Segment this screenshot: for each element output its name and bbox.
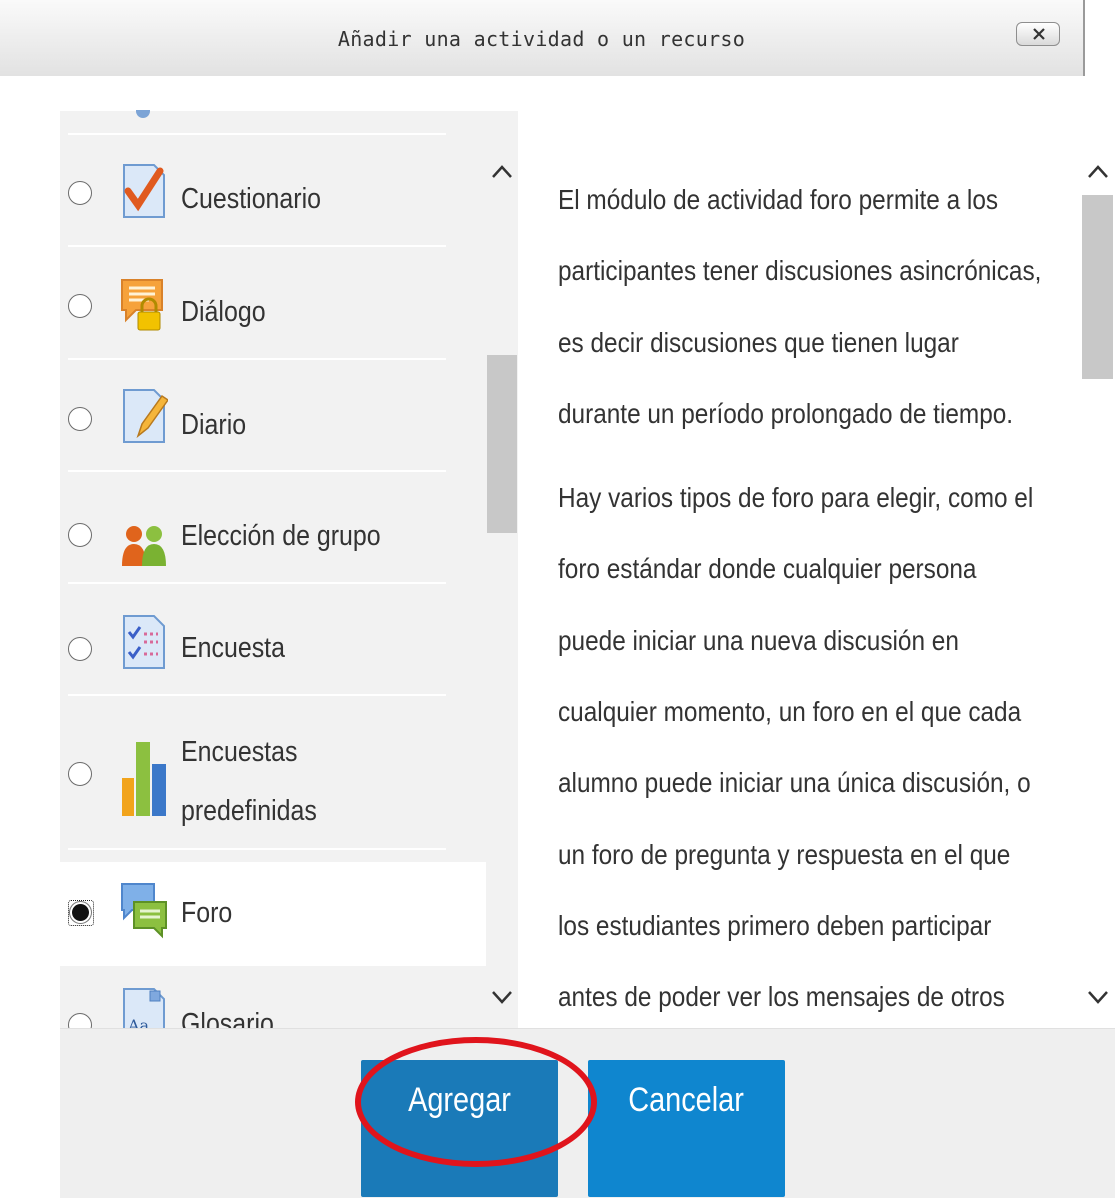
- scroll-down-icon[interactable]: [1086, 990, 1110, 1006]
- group-choice-icon: [122, 526, 166, 566]
- radio-button[interactable]: [68, 294, 92, 318]
- close-button[interactable]: [1016, 22, 1060, 46]
- obscured-background-text: [270, 0, 420, 5]
- spacer: [0, 76, 1115, 111]
- radio-button[interactable]: [68, 181, 92, 205]
- list-item-encuesta[interactable]: Encuesta: [60, 594, 486, 694]
- scroll-up-icon[interactable]: [1086, 163, 1110, 179]
- list-scrollbar[interactable]: [486, 111, 518, 1028]
- quiz-icon: [123, 164, 165, 218]
- list-item-label-line2: predefinidas: [181, 795, 317, 827]
- list-item-label: Elección de grupo: [181, 520, 381, 552]
- list-item-cuestionario[interactable]: Cuestionario: [60, 145, 486, 245]
- predefined-surveys-icon: [122, 742, 166, 816]
- radio-button[interactable]: [68, 637, 92, 661]
- divider: [68, 245, 446, 247]
- divider: [68, 848, 446, 850]
- left-margin: [0, 111, 60, 1028]
- list-item-label: Diálogo: [181, 296, 266, 328]
- radio-button[interactable]: [68, 523, 92, 547]
- divider: [68, 694, 446, 696]
- list-item-dialogo[interactable]: Diálogo: [60, 258, 486, 358]
- activity-description: El módulo de actividad foro permite a lo…: [558, 164, 1041, 1033]
- radio-button[interactable]: [68, 1013, 92, 1028]
- list-item-eleccion-de-grupo[interactable]: Elección de grupo: [60, 482, 486, 582]
- list-item-diario[interactable]: Diario: [60, 370, 486, 470]
- dialog-header: Añadir una actividad o un recurso: [0, 0, 1085, 77]
- scroll-down-icon[interactable]: [490, 990, 514, 1006]
- close-icon: [1033, 28, 1045, 40]
- dialogue-icon: [121, 279, 163, 331]
- list-item-label: Glosario: [181, 1008, 274, 1028]
- list-item-foro[interactable]: Foro: [60, 862, 486, 966]
- survey-icon: [123, 615, 165, 669]
- scroll-up-icon[interactable]: [490, 163, 514, 179]
- list-item-label: Cuestionario: [181, 183, 322, 215]
- list-item-label: Encuesta: [181, 632, 285, 664]
- journal-icon: [123, 389, 168, 443]
- divider: [68, 582, 446, 584]
- svg-text:Aa: Aa: [127, 1016, 150, 1028]
- glossary-icon: Aa: [123, 988, 165, 1028]
- list-item-encuestas-predefinidas[interactable]: Encuestas predefinidas: [60, 706, 486, 848]
- radio-button[interactable]: [68, 762, 92, 786]
- add-button-label: Agregar: [408, 1081, 511, 1119]
- cancel-button[interactable]: Cancelar: [588, 1060, 785, 1197]
- list-scrollbar-thumb[interactable]: [487, 355, 517, 533]
- add-button[interactable]: Agregar: [361, 1060, 558, 1197]
- cancel-button-label: Cancelar: [628, 1081, 745, 1119]
- description-paragraph: Hay varios tipos de foro para elegir, co…: [558, 482, 1034, 1013]
- forum-icon: [121, 883, 167, 939]
- dialog-title: Añadir una actividad o un recurso: [337, 27, 746, 51]
- divider: [68, 358, 446, 360]
- description-scrollbar-thumb[interactable]: [1082, 195, 1113, 379]
- radio-button[interactable]: [68, 407, 92, 431]
- list-item-glosario[interactable]: Aa Glosario: [60, 975, 486, 1028]
- radio-button-selected[interactable]: [68, 900, 94, 926]
- list-item-label: Foro: [181, 897, 233, 929]
- description-paragraph: El módulo de actividad foro permite a lo…: [558, 184, 1042, 429]
- divider: [68, 133, 446, 135]
- list-item-label-line1: Encuestas: [181, 736, 298, 768]
- list-item-label: Diario: [181, 409, 247, 441]
- divider: [68, 470, 446, 472]
